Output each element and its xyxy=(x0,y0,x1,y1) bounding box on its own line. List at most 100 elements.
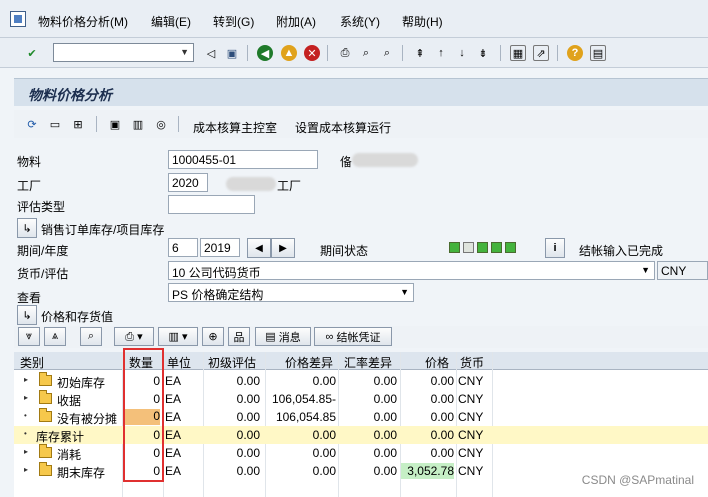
menu-edit[interactable]: 编辑(E) xyxy=(151,13,191,30)
find-icon[interactable]: ⌕ xyxy=(358,45,374,61)
column-header-category[interactable]: 类别 xyxy=(20,354,44,371)
command-field[interactable]: ▼ xyxy=(53,43,194,62)
folder-icon xyxy=(39,462,52,476)
exchange-rate-difference-cell: 0.00 xyxy=(373,410,397,424)
price-difference-cell: 106,054.85 xyxy=(275,410,336,424)
previous-period-button[interactable]: ◀ xyxy=(247,238,271,258)
quantity-column-highlight xyxy=(123,348,164,482)
table-row[interactable]: ▸ 初始库存 0 EA 0.00 0.00 0.00 0.00 CNY xyxy=(14,372,708,390)
cost-cockpit-button[interactable]: 成本核算主控室 xyxy=(193,119,277,136)
print-icon[interactable]: ⎙ xyxy=(337,45,353,61)
find-next-icon[interactable]: ⌕ xyxy=(379,45,395,61)
column-header-unit[interactable]: 单位 xyxy=(167,354,191,371)
status-light-green xyxy=(477,242,488,253)
period-input[interactable]: 6 xyxy=(168,238,198,257)
sap-window-icon[interactable] xyxy=(10,11,26,27)
column-header-price-difference[interactable]: 价格差异 xyxy=(285,354,333,371)
toolbar-divider xyxy=(327,45,328,61)
price-cell: 0.00 xyxy=(430,374,454,388)
next-page-icon[interactable]: ↓ xyxy=(454,45,470,61)
info-icon[interactable]: i xyxy=(545,238,565,258)
refresh-icon[interactable]: ⟳ xyxy=(24,116,40,132)
closing-document-button[interactable]: ∞ 结帐凭证 xyxy=(314,327,392,346)
enter-check-icon[interactable]: ✔ xyxy=(24,45,40,61)
document-list-icon[interactable]: ▭ xyxy=(47,116,63,132)
structure-icon[interactable]: 品 xyxy=(228,327,250,346)
menu-help[interactable]: 帮助(H) xyxy=(402,13,443,30)
price-stock-toggle-icon[interactable]: ↳ xyxy=(17,305,37,325)
new-session-icon[interactable]: ▦ xyxy=(510,45,526,61)
currency-code-field: CNY xyxy=(657,261,708,280)
first-page-icon[interactable]: ⇞ xyxy=(412,45,428,61)
view-select[interactable]: PS 价格确定结构 ▼ xyxy=(168,283,414,302)
sales-order-stock-toggle-icon[interactable]: ↳ xyxy=(17,218,37,238)
details-icon[interactable]: ⊕ xyxy=(202,327,224,346)
set-costing-run-button[interactable]: 设置成本核算运行 xyxy=(295,119,391,136)
price-and-stock-value-button[interactable]: 价格和存货值 xyxy=(41,308,113,325)
print-menu-button[interactable]: ⎙ ▾ xyxy=(114,327,154,346)
customize-layout-icon[interactable]: ▤ xyxy=(590,45,606,61)
table-row[interactable]: • 没有被分摊 0 EA 0.00 106,054.85 0.00 0.00 CNY xyxy=(14,408,708,426)
category-cell: 库存累计 xyxy=(36,430,85,444)
table-row[interactable]: • 库存累计 0 EA 0.00 0.00 0.00 0.00 CNY xyxy=(14,426,708,444)
back-icon[interactable]: ◀ xyxy=(257,45,273,61)
column-header-price[interactable]: 价格 xyxy=(425,354,449,371)
leaf-node-icon[interactable]: • xyxy=(24,411,27,420)
last-page-icon[interactable]: ⇟ xyxy=(475,45,491,61)
glasses-icon[interactable]: ◎ xyxy=(153,116,169,132)
table-icon[interactable]: ▥ xyxy=(130,116,146,132)
price-cell: 0.00 xyxy=(430,410,454,424)
sales-order-stock-button[interactable]: 销售订单库存/项目库存 xyxy=(41,221,164,238)
watermark: CSDN @SAPmatinal xyxy=(581,473,694,487)
expand-node-icon[interactable]: ▸ xyxy=(24,447,28,456)
help-icon[interactable]: ? xyxy=(567,45,583,61)
exchange-rate-difference-cell: 0.00 xyxy=(373,446,397,460)
menu-material-price-analysis[interactable]: 物料价格分析(M) xyxy=(38,13,128,30)
table-row[interactable]: ▸ 收据 0 EA 0.00 106,054.85- 0.00 0.00 CNY xyxy=(14,390,708,408)
leaf-node-icon[interactable]: • xyxy=(24,429,27,438)
valuation-type-input[interactable] xyxy=(168,195,255,214)
exchange-rate-difference-cell: 0.00 xyxy=(373,428,397,442)
chevron-down-icon[interactable]: ▼ xyxy=(641,265,650,275)
save-icon[interactable]: ▣ xyxy=(224,45,240,61)
folder-icon xyxy=(39,372,52,386)
unit-cell: EA xyxy=(165,446,182,460)
binoculars-icon[interactable]: ⌕ xyxy=(80,327,102,346)
closing-status-text: 结帐输入已完成 xyxy=(579,244,664,258)
material-label: 物料 xyxy=(17,155,42,169)
table-row[interactable]: ▸ 消耗 0 EA 0.00 0.00 0.00 0.00 CNY xyxy=(14,444,708,462)
messages-button[interactable]: ▤ 消息 xyxy=(255,327,311,346)
unit-cell: EA xyxy=(165,374,182,388)
currency-valuation-select[interactable]: 10 公司代码货币 ▼ xyxy=(168,261,655,280)
menu-goto[interactable]: 转到(G) xyxy=(213,13,254,30)
cancel-icon[interactable]: ✕ xyxy=(304,45,320,61)
shortcut-icon[interactable]: ⇗ xyxy=(533,45,549,61)
previous-page-icon[interactable]: ↑ xyxy=(433,45,449,61)
layout-menu-button[interactable]: ▥ ▾ xyxy=(158,327,198,346)
menu-system[interactable]: 系统(Y) xyxy=(340,13,380,30)
collapse-icon[interactable]: ⩔ xyxy=(18,327,40,346)
plant-input[interactable]: 2020 xyxy=(168,173,208,192)
chevron-down-icon[interactable]: ▼ xyxy=(400,287,409,297)
category-cell: 没有被分摊 xyxy=(57,412,118,426)
column-header-primary-valuation[interactable]: 初级评估 xyxy=(208,354,256,371)
expand-node-icon[interactable]: ▸ xyxy=(24,375,28,384)
plant-label: 工厂 xyxy=(17,179,42,193)
column-header-currency[interactable]: 货币 xyxy=(460,354,484,371)
expand-icon[interactable]: ⩓ xyxy=(44,327,66,346)
valuation-type-label: 评估类型 xyxy=(17,200,66,214)
currency-cell: CNY xyxy=(458,464,484,478)
expand-node-icon[interactable]: ▸ xyxy=(24,465,28,474)
toolbar-divider xyxy=(402,45,403,61)
year-input[interactable]: 2019 xyxy=(200,238,240,257)
back-triangle-icon[interactable]: ◁ xyxy=(203,45,219,61)
next-period-button[interactable]: ▶ xyxy=(271,238,295,258)
column-header-exchange-rate-difference[interactable]: 汇率差异 xyxy=(344,354,392,371)
monitor-icon[interactable]: ▣ xyxy=(107,116,123,132)
exit-icon[interactable]: ▲ xyxy=(281,45,297,61)
expand-node-icon[interactable]: ▸ xyxy=(24,393,28,402)
material-input[interactable]: 1000455-01 xyxy=(168,150,318,169)
hierarchy-icon[interactable]: ⊞ xyxy=(70,116,86,132)
chevron-down-icon[interactable]: ▼ xyxy=(180,47,189,57)
menu-extras[interactable]: 附加(A) xyxy=(276,13,316,30)
